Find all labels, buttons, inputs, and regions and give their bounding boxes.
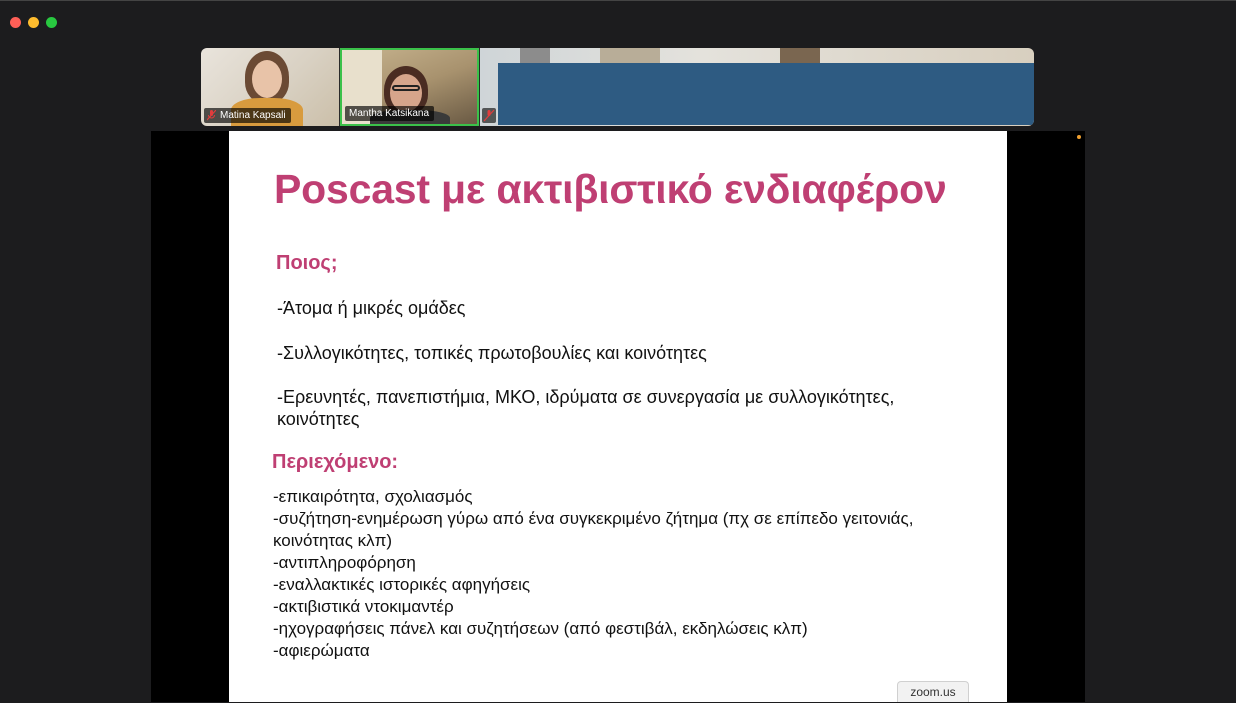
zoom-url-badge[interactable]: zoom.us — [897, 681, 969, 702]
slide-title: Poscast με ακτιβιστικό ενδιαφέρον — [274, 166, 947, 212]
list-item: -Συλλογικότητες, τοπικές πρωτοβουλίες κα… — [277, 343, 707, 363]
list-item: -Άτομα ή μικρές ομάδες — [277, 298, 466, 318]
glasses — [392, 85, 420, 91]
list-item: κοινότητας κλπ) — [273, 531, 393, 550]
list-item: -αντιπληροφόρηση — [273, 553, 416, 572]
participant-name-tag: Matina Kapsali — [204, 108, 291, 123]
list-item: -επικαιρότητα, σχολιασμός — [273, 487, 473, 506]
shared-window-overlay — [498, 63, 1034, 125]
muted-mic-icon — [207, 110, 216, 121]
list-item: -συζήτηση-ενημέρωση γύρω από ένα συγκεκρ… — [273, 509, 914, 528]
zoom-window-button[interactable] — [46, 17, 57, 28]
muted-mic-icon — [483, 109, 495, 122]
list-item: -ακτιβιστικά ντοκιμαντέρ — [273, 597, 454, 616]
list-item: κοινότητες — [277, 409, 360, 429]
close-window-button[interactable] — [10, 17, 21, 28]
participant-thumbnail-strip: Matina Kapsali Mantha Katsikana — [201, 48, 1034, 126]
window-top-border — [0, 0, 1236, 1]
list-item: -αφιερώματα — [273, 641, 370, 660]
participant-name: Mantha Katsikana — [349, 108, 430, 119]
list-item: -ηχογραφήσεις πάνελ και συζητήσεων (από … — [273, 619, 808, 638]
list-item: -Ερευνητές, πανεπιστήμια, ΜΚΟ, ιδρύματα … — [277, 387, 895, 407]
participant-name-tag — [482, 108, 496, 123]
content-list: -επικαιρότητα, σχολιασμός -συζήτηση-ενημ… — [273, 486, 913, 662]
participant-name-tag: Mantha Katsikana — [345, 106, 435, 121]
participant-name: Matina Kapsali — [220, 110, 286, 121]
section-heading-content: Περιεχόμενο: — [272, 451, 399, 473]
list-item: -εναλλακτικές ιστορικές αφηγήσεις — [273, 575, 531, 594]
recording-indicator-dot — [1077, 135, 1081, 139]
presentation-slide: Poscast με ακτιβιστικό ενδιαφέρον Ποιος;… — [229, 131, 1007, 702]
participant-tile-mantha[interactable]: Mantha Katsikana — [340, 48, 479, 126]
section-heading-who: Ποιος; — [276, 252, 338, 274]
minimize-window-button[interactable] — [28, 17, 39, 28]
participant-tile-matina[interactable]: Matina Kapsali — [201, 48, 339, 126]
participant-tile-screenshare[interactable] — [480, 48, 1034, 126]
